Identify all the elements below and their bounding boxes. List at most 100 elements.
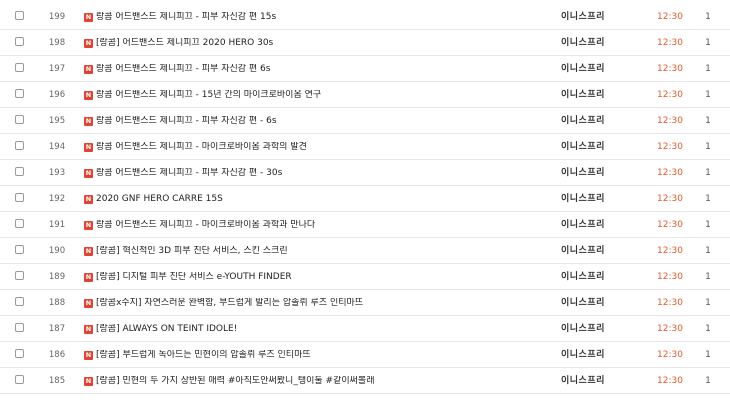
post-author[interactable]: 이니스프리 [561,194,605,205]
post-author[interactable]: 이니스프리 [561,142,605,153]
post-number: 188 [48,298,66,308]
new-badge-icon: N [84,39,93,48]
post-number: 197 [48,64,66,74]
post-author[interactable]: 이니스프리 [561,246,605,257]
post-number: 189 [48,272,66,282]
row-checkbox[interactable] [15,219,24,228]
post-views: 1 [705,168,711,178]
table-row[interactable]: 199 N 랑콤 어드밴스드 제니피끄 - 피부 자신감 편 15s 이니스프리 12:… [0,0,730,30]
post-number: 196 [48,90,66,100]
post-time: 12:30 [657,194,683,204]
post-time: 12:30 [657,12,683,22]
table-row[interactable]: 192 N 2020 GNF HERO CARRE 15S 이니스프리 12:30 1 [0,186,730,212]
row-checkbox[interactable] [15,271,24,280]
table-row[interactable]: 186 N [랑콤] 부드럽게 녹아드는 민현이의 압솔뤼 루즈 인티마뜨 이니스프리… [0,342,730,368]
post-title-link[interactable]: 랑콤 어드밴스드 제니피끄 - 피부 자신감 편 - 6s [96,116,277,127]
post-views: 1 [705,12,711,22]
post-time: 12:30 [657,142,683,152]
row-checkbox[interactable] [15,89,24,98]
post-number: 194 [48,142,66,152]
post-views: 1 [705,246,711,256]
post-title-link[interactable]: 2020 GNF HERO CARRE 15S [96,194,223,205]
post-time: 12:30 [657,64,683,74]
post-time: 12:30 [657,272,683,282]
new-badge-icon: N [84,143,93,152]
table-row[interactable]: 188 N [랑콤x수지] 자연스러운 완벽함, 부드럽게 발리는 압솔뤼 루즈 인… [0,290,730,316]
post-title-link[interactable]: [랑콤] 어드밴스드 제니피끄 2020 HERO 30s [96,38,273,49]
post-author[interactable]: 이니스프리 [561,90,605,101]
post-number: 195 [48,116,66,126]
post-number: 185 [48,376,66,386]
post-time: 12:30 [657,116,683,126]
post-views: 1 [705,116,711,126]
post-number: 193 [48,168,66,178]
post-title-link[interactable]: 랑콤 어드밴스드 제니피끄 - 피부 자신감 편 15s [96,12,276,23]
post-title-link[interactable]: 랑콤 어드밴스드 제니피끄 - 피부 자신감 편 6s [96,64,270,75]
post-number: 198 [48,38,66,48]
table-row[interactable]: 198 N [랑콤] 어드밴스드 제니피끄 2020 HERO 30s 이니스프리 12… [0,30,730,56]
row-checkbox[interactable] [15,375,24,384]
table-row[interactable]: 195 N 랑콤 어드밴스드 제니피끄 - 피부 자신감 편 - 6s 이니스프리 12… [0,108,730,134]
new-badge-icon: N [84,247,93,256]
row-checkbox[interactable] [15,115,24,124]
new-badge-icon: N [84,221,93,230]
post-time: 12:30 [657,298,683,308]
new-badge-icon: N [84,117,93,126]
row-checkbox[interactable] [15,323,24,332]
post-author[interactable]: 이니스프리 [561,168,605,179]
row-checkbox[interactable] [15,297,24,306]
row-checkbox[interactable] [15,11,24,20]
row-checkbox[interactable] [15,193,24,202]
post-title-link[interactable]: [랑콤] 디지털 피부 진단 서비스 e-YOUTH FINDER [96,272,292,283]
post-author[interactable]: 이니스프리 [561,116,605,127]
post-views: 1 [705,38,711,48]
post-views: 1 [705,298,711,308]
post-title-link[interactable]: 랑콤 어드밴스드 제니피끄 - 15년 간의 마이크로바이옴 연구 [96,90,321,101]
table-row[interactable]: 190 N [랑콤] 혁신적인 3D 피부 진단 서비스, 스킨 스크린 이니스프리 1… [0,238,730,264]
row-checkbox[interactable] [15,63,24,72]
post-title-link[interactable]: [랑콤] 혁신적인 3D 피부 진단 서비스, 스킨 스크린 [96,246,288,257]
new-badge-icon: N [84,13,93,22]
post-number: 186 [48,350,66,360]
table-row[interactable]: 197 N 랑콤 어드밴스드 제니피끄 - 피부 자신감 편 6s 이니스프리 12:3… [0,56,730,82]
post-views: 1 [705,350,711,360]
table-row[interactable]: 196 N 랑콤 어드밴스드 제니피끄 - 15년 간의 마이크로바이옴 연구 이니스… [0,82,730,108]
row-checkbox[interactable] [15,167,24,176]
post-time: 12:30 [657,220,683,230]
table-row[interactable]: 185 N [랑콤] 민현의 두 가지 상반된 매력 #아직도안써봤니_탱이툴 #같… [0,368,730,394]
post-number: 191 [48,220,66,230]
post-time: 12:30 [657,324,683,334]
post-author[interactable]: 이니스프리 [561,12,605,23]
table-row[interactable]: 191 N 랑콤 어드밴스드 제니피끄 - 마이크로바이옴 과학과 만나다 이니스프리… [0,212,730,238]
post-title-link[interactable]: [랑콤] 민현의 두 가지 상반된 매력 #아직도안써봤니_탱이툴 #같이써볼래 [96,376,374,387]
post-author[interactable]: 이니스프리 [561,298,605,309]
new-badge-icon: N [84,299,93,308]
row-checkbox[interactable] [15,141,24,150]
post-title-link[interactable]: 랑콤 어드밴스드 제니피끄 - 피부 자신감 편 - 30s [96,168,282,179]
post-author[interactable]: 이니스프리 [561,324,605,335]
post-title-link[interactable]: 랑콤 어드밴스드 제니피끄 - 마이크로바이옴 과학의 발견 [96,142,307,153]
post-author[interactable]: 이니스프리 [561,272,605,283]
table-row[interactable]: 194 N 랑콤 어드밴스드 제니피끄 - 마이크로바이옴 과학의 발견 이니스프리 1… [0,134,730,160]
row-checkbox[interactable] [15,37,24,46]
post-title-link[interactable]: [랑콤] 부드럽게 녹아드는 민현이의 압솔뤼 루즈 인티마뜨 [96,350,311,361]
table-row[interactable]: 187 N [랑콤] ALWAYS ON TEINT IDOLE! 이니스프리 12:3… [0,316,730,342]
new-badge-icon: N [84,377,93,386]
post-author[interactable]: 이니스프리 [561,376,605,387]
post-author[interactable]: 이니스프리 [561,38,605,49]
post-author[interactable]: 이니스프리 [561,220,605,231]
table-row[interactable]: 189 N [랑콤] 디지털 피부 진단 서비스 e-YOUTH FINDER 이니스… [0,264,730,290]
row-checkbox[interactable] [15,349,24,358]
post-author[interactable]: 이니스프리 [561,350,605,361]
post-views: 1 [705,220,711,230]
post-title-link[interactable]: [랑콤x수지] 자연스러운 완벽함, 부드럽게 발리는 압솔뤼 루즈 인티마뜨 [96,298,363,309]
new-badge-icon: N [84,351,93,360]
post-title-link[interactable]: [랑콤] ALWAYS ON TEINT IDOLE! [96,324,237,335]
post-views: 1 [705,64,711,74]
table-row[interactable]: 193 N 랑콤 어드밴스드 제니피끄 - 피부 자신감 편 - 30s 이니스프리 1… [0,160,730,186]
row-checkbox[interactable] [15,245,24,254]
post-views: 1 [705,272,711,282]
post-time: 12:30 [657,38,683,48]
post-title-link[interactable]: 랑콤 어드밴스드 제니피끄 - 마이크로바이옴 과학과 만나다 [96,220,315,231]
post-author[interactable]: 이니스프리 [561,64,605,75]
